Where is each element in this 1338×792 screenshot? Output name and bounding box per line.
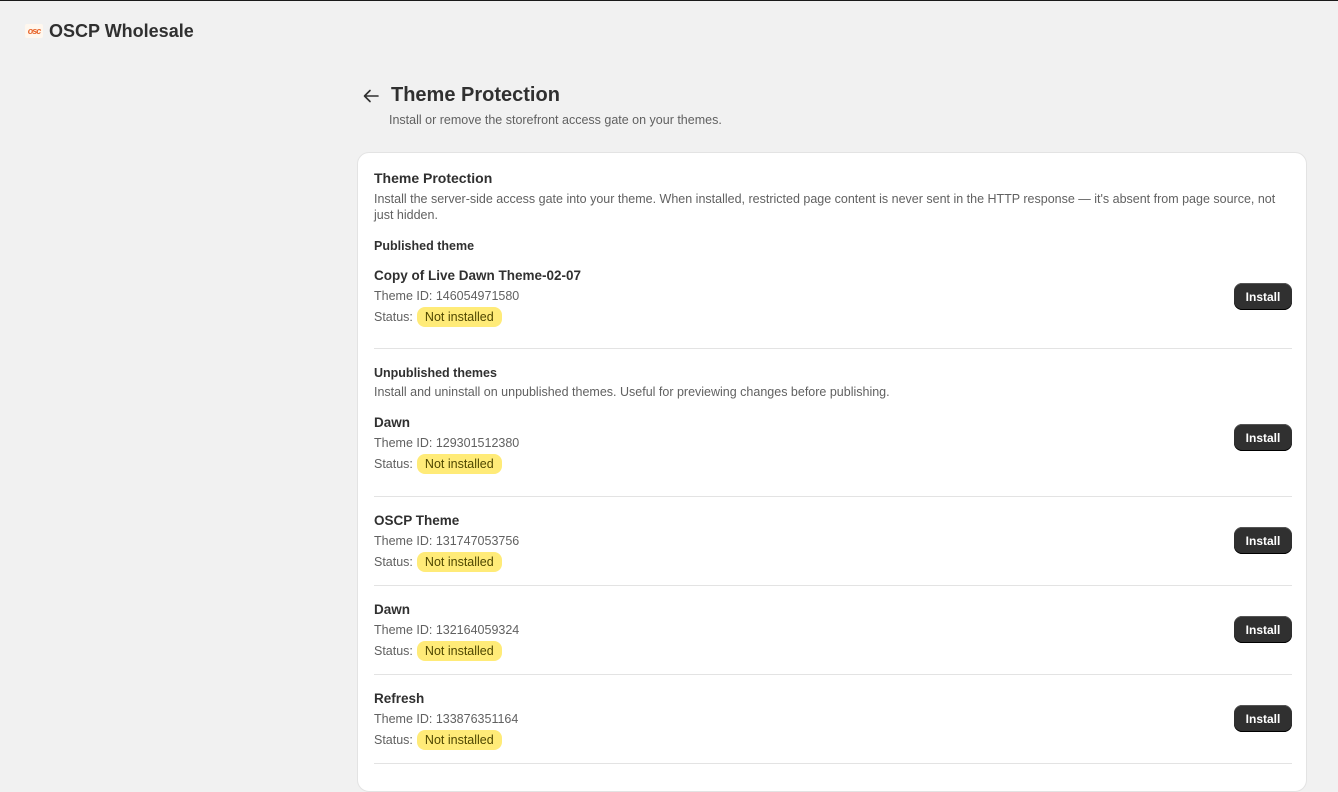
theme-id: Theme ID: 131747053756: [374, 534, 520, 548]
install-button[interactable]: Install: [1234, 616, 1292, 643]
app-header: osc OSCP Wholesale: [25, 20, 194, 42]
status-label: Status:: [374, 555, 413, 569]
unpublished-section-description: Install and uninstall on unpublished the…: [374, 385, 890, 399]
status-badge: Not installed: [416, 454, 502, 474]
theme-id: Theme ID: 133876351164: [374, 712, 519, 726]
status-label: Status:: [374, 457, 413, 471]
page-title: Theme Protection: [391, 84, 560, 106]
theme-status: Status: Not installed: [374, 307, 1292, 327]
theme-id: Theme ID: 146054971580: [374, 289, 520, 303]
theme-name: Dawn: [374, 602, 411, 617]
theme-name: Refresh: [374, 691, 425, 706]
install-button[interactable]: Install: [1234, 705, 1292, 732]
theme-row: Refresh Theme ID: 133876351164 Status: N…: [374, 675, 1292, 764]
theme-status: Status: Not installed: [374, 730, 1292, 750]
install-button[interactable]: Install: [1234, 283, 1292, 310]
theme-id: Theme ID: 129301512380: [374, 436, 520, 450]
install-button[interactable]: Install: [1234, 527, 1292, 554]
status-badge: Not installed: [416, 641, 502, 661]
theme-status: Status: Not installed: [374, 552, 1292, 572]
theme-row: Dawn Theme ID: 132164059324 Status: Not …: [374, 586, 1292, 675]
theme-row: Dawn Theme ID: 129301512380 Status: Not …: [374, 415, 1292, 497]
theme-status: Status: Not installed: [374, 641, 1292, 661]
theme-name: OSCP Theme: [374, 513, 460, 528]
status-badge: Not installed: [416, 307, 502, 327]
unpublished-section-label: Unpublished themes: [374, 366, 497, 380]
status-badge: Not installed: [416, 730, 502, 750]
status-label: Status:: [374, 644, 413, 658]
theme-name: Dawn: [374, 415, 411, 430]
card-title: Theme Protection: [374, 170, 493, 186]
published-section-label: Published theme: [374, 239, 475, 253]
status-label: Status:: [374, 310, 413, 324]
theme-status: Status: Not installed: [374, 454, 1292, 474]
status-label: Status:: [374, 733, 413, 747]
install-button[interactable]: Install: [1234, 424, 1292, 451]
window-top-border: [0, 0, 1338, 1]
theme-id: Theme ID: 132164059324: [374, 623, 520, 637]
app-title: OSCP Wholesale: [49, 20, 194, 41]
theme-row: OSCP Theme Theme ID: 131747053756 Status…: [374, 497, 1292, 586]
page-header: Theme Protection Install or remove the s…: [361, 84, 722, 127]
app-logo-icon: osc: [25, 24, 43, 38]
theme-row-published: Copy of Live Dawn Theme-02-07 Theme ID: …: [374, 268, 1292, 349]
theme-protection-card: Theme Protection Install the server-side…: [357, 152, 1307, 792]
arrow-left-icon[interactable]: [361, 86, 381, 106]
card-description: Install the server-side access gate into…: [374, 192, 1276, 222]
page-subtitle: Install or remove the storefront access …: [389, 113, 722, 127]
status-badge: Not installed: [416, 552, 502, 572]
theme-name: Copy of Live Dawn Theme-02-07: [374, 268, 582, 283]
